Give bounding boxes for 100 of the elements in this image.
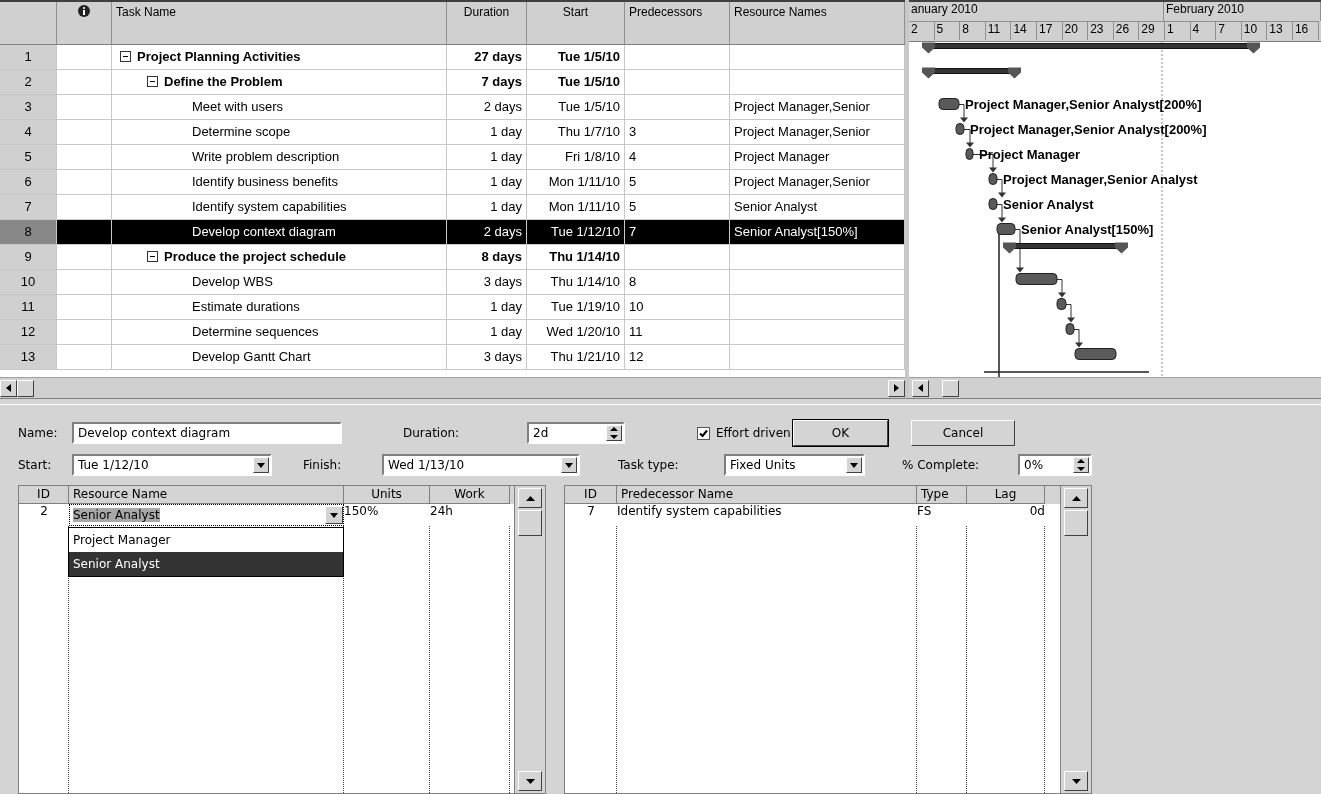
dropdown-button[interactable] [325, 506, 343, 524]
task-row[interactable]: 11 Estimate durations 1 day Tue 1/19/10 10 [0, 294, 905, 320]
column-header[interactable]: Resource Name [69, 486, 344, 504]
column-header[interactable]: Duration [463, 5, 510, 19]
task-row[interactable]: 6 Identify business benefits 1 day Mon 1/11/10 5 Project Manager,Senior [0, 169, 905, 195]
task-bar[interactable] [1056, 298, 1067, 310]
row-number[interactable]: 12 [0, 319, 57, 345]
row-number[interactable]: 5 [0, 144, 57, 170]
task-bar[interactable] [1015, 273, 1058, 285]
task-bar[interactable] [996, 223, 1016, 235]
duration-field[interactable]: 2d [527, 422, 625, 444]
column-header[interactable]: Task Name [116, 5, 177, 19]
dropdown-button[interactable] [846, 457, 862, 473]
task-bar[interactable] [965, 148, 974, 160]
duration-cell: 2 days [483, 99, 522, 115]
task-row[interactable]: 2 Define the Problem 7 days Tue 1/5/10 [0, 69, 905, 95]
scroll-down-button[interactable] [518, 771, 542, 791]
column-header[interactable]: Work [430, 486, 510, 504]
column-header[interactable]: Start [562, 5, 589, 19]
task-row[interactable]: 13 Develop Gantt Chart 3 days Thu 1/21/10 12 [0, 344, 905, 370]
scroll-right-button[interactable] [888, 379, 905, 397]
summary-bar[interactable] [922, 67, 1021, 79]
row-number[interactable]: 10 [0, 269, 57, 295]
task-row[interactable]: 1 Project Planning Activities 27 days Tue 1/5/10 [0, 44, 905, 70]
column-header[interactable]: Predecessors [629, 5, 703, 19]
column-header[interactable]: Lag [967, 486, 1045, 504]
scroll-up-button[interactable] [1064, 488, 1088, 508]
column-header[interactable]: Resource Names [734, 5, 827, 19]
task-row[interactable]: 8 Develop context diagram 2 days Tue 1/12/10 7 Senior Analyst[150%] [0, 219, 905, 245]
task-row[interactable]: 4 Determine scope 1 day Thu 1/7/10 3 Project Manager,Senior [0, 119, 905, 145]
dropdown-option[interactable]: Senior Analyst [69, 552, 343, 576]
row-number[interactable]: 7 [0, 194, 57, 220]
dropdown-option[interactable]: Project Manager [69, 528, 343, 552]
dropdown-button[interactable] [253, 457, 269, 473]
column-header[interactable]: Predecessor Name [617, 486, 917, 504]
ok-button[interactable]: OK [793, 420, 888, 446]
collapse-toggle[interactable] [120, 51, 131, 63]
task-row[interactable]: 5 Write problem description 1 day Fri 1/8/10 4 Project Manager [0, 144, 905, 170]
collapse-toggle[interactable] [147, 251, 158, 263]
dropdown-button[interactable] [561, 457, 577, 473]
day-label: 5 [936, 22, 944, 36]
task-row[interactable]: 9 Produce the project schedule 8 days Thu 1/14/10 [0, 244, 905, 270]
resource-name-field[interactable]: Senior Analyst [69, 504, 344, 526]
column-header[interactable]: ID [19, 486, 69, 504]
task-bar[interactable] [938, 98, 960, 110]
name-field[interactable]: Develop context diagram [72, 422, 342, 444]
link-arrow [958, 104, 968, 123]
task-bar[interactable] [988, 198, 998, 210]
scroll-thumb[interactable] [518, 510, 542, 536]
finish-field[interactable]: Wed 1/13/10 [382, 454, 580, 476]
day-label: 10 [1243, 22, 1258, 36]
column-header[interactable]: Type [917, 486, 967, 504]
table-cell-text: 0d [1028, 504, 1045, 520]
row-number[interactable]: 3 [0, 94, 57, 120]
row-number[interactable]: 6 [0, 169, 57, 195]
scroll-down-button[interactable] [1064, 771, 1088, 791]
task-row[interactable]: 3 Meet with users 2 days Tue 1/5/10 Project Manager,Senior [0, 94, 905, 120]
task-name: Project Planning Activities [137, 49, 301, 65]
row-number[interactable]: 9 [0, 244, 57, 270]
summary-bar[interactable] [922, 42, 1260, 54]
resource-cell: Senior Analyst[150%] [734, 224, 858, 240]
cancel-button[interactable]: Cancel [911, 420, 1015, 446]
bar-label: Project Manager,Senior Analyst[200%] [970, 121, 1207, 137]
month-label: February 2010 [1166, 2, 1245, 16]
spin-icon[interactable] [1077, 458, 1085, 472]
summary-bar[interactable] [1003, 242, 1128, 254]
task-row[interactable]: 12 Determine sequences 1 day Wed 1/20/10 11 [0, 319, 905, 345]
complete-field[interactable]: 0% [1018, 454, 1092, 476]
scroll-left-button[interactable] [912, 379, 929, 397]
task-bar[interactable] [1065, 323, 1075, 335]
task-bar[interactable] [955, 123, 965, 135]
field-label: Duration: [403, 426, 461, 440]
duration-cell: 3 days [483, 274, 522, 290]
collapse-toggle[interactable] [147, 76, 158, 88]
start-field[interactable]: Tue 1/12/10 [72, 454, 272, 476]
scroll-left-button[interactable] [0, 379, 17, 397]
scroll-up-button[interactable] [518, 488, 542, 508]
scroll-thumb[interactable] [17, 379, 34, 397]
spin-icon[interactable] [610, 426, 618, 440]
column-header[interactable]: ID [565, 486, 617, 504]
start-cell: Thu 1/21/10 [550, 349, 620, 365]
task-row[interactable]: 7 Identify system capabilities 1 day Mon 1/11/10 5 Senior Analyst [0, 194, 905, 220]
task-bar[interactable] [988, 173, 998, 185]
day-label: 14 [1013, 22, 1027, 36]
checkbox[interactable] [697, 426, 710, 440]
start-cell: Mon 1/11/10 [548, 199, 620, 215]
scroll-thumb[interactable] [1064, 510, 1088, 536]
row-number[interactable]: 4 [0, 119, 57, 145]
row-number[interactable]: 13 [0, 344, 57, 370]
task-bar[interactable] [1074, 348, 1117, 360]
day-label: 17 [1038, 22, 1053, 36]
scroll-thumb[interactable] [942, 379, 959, 397]
column-header[interactable]: Units [344, 486, 430, 504]
task-type-field[interactable]: Fixed Units [724, 454, 865, 476]
row-number[interactable]: 8 [0, 219, 57, 245]
bar-label: Senior Analyst[150%] [1021, 221, 1154, 237]
row-number[interactable]: 1 [0, 44, 57, 70]
task-row[interactable]: 10 Develop WBS 3 days Thu 1/14/10 8 [0, 269, 905, 295]
row-number[interactable]: 11 [0, 294, 57, 320]
row-number[interactable]: 2 [0, 69, 57, 95]
